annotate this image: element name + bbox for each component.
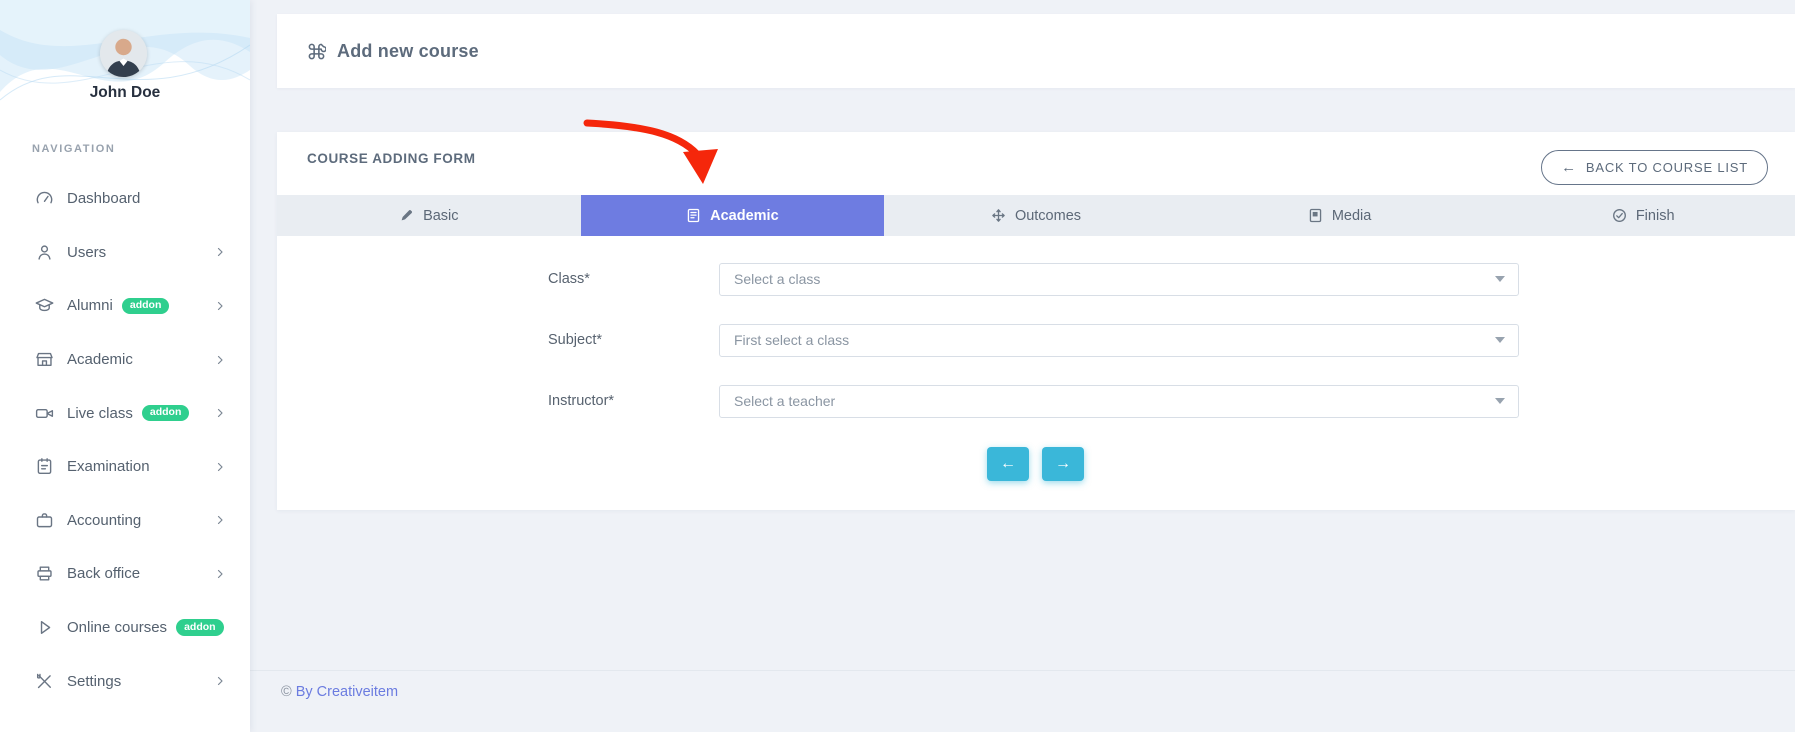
subject-select[interactable]: First select a class <box>719 324 1519 357</box>
sidebar-item-settings[interactable]: Settings <box>0 654 250 708</box>
nav-section-label: NAVIGATION <box>32 143 115 155</box>
back-button-label: BACK TO COURSE LIST <box>1586 160 1748 175</box>
nav-list: Dashboard Users Alumni addon Academic Live cl… <box>0 172 250 708</box>
sidebar-item-online-courses[interactable]: Online courses addon <box>0 601 250 655</box>
addon-badge: addon <box>122 298 170 315</box>
tab-label: Academic <box>710 208 779 224</box>
page-header: Add new course <box>277 14 1795 88</box>
sidebar: John Doe NAVIGATION Dashboard Users Alumni… <box>0 0 250 732</box>
field-label: Class* <box>548 263 590 296</box>
select-value: Select a class <box>734 264 820 295</box>
sidebar-item-back-office[interactable]: Back office <box>0 547 250 601</box>
tab-media[interactable]: Media <box>1188 195 1492 236</box>
play-icon <box>34 617 55 638</box>
sidebar-item-live-class[interactable]: Live class addon <box>0 386 250 440</box>
pen-icon <box>399 208 414 223</box>
graduation-cap-icon <box>34 295 55 316</box>
course-form-card: COURSE ADDING FORM ← BACK TO COURSE LIST… <box>277 132 1795 510</box>
move-icon <box>991 208 1006 223</box>
video-camera-icon <box>34 403 55 424</box>
tab-outcomes[interactable]: Outcomes <box>884 195 1188 236</box>
field-row-instructor: Instructor* Select a teacher <box>277 385 1795 418</box>
journal-icon <box>686 208 701 223</box>
right-arrow-icon: → <box>1055 455 1071 473</box>
sidebar-item-label: Academic <box>67 351 133 368</box>
instructor-select[interactable]: Select a teacher <box>719 385 1519 418</box>
creativeitem-link[interactable]: By Creativeitem <box>296 684 398 700</box>
sidebar-item-label: Accounting <box>67 512 141 529</box>
sidebar-item-accounting[interactable]: Accounting <box>0 494 250 548</box>
select-value: First select a class <box>734 325 849 356</box>
caret-down-icon <box>1495 337 1505 343</box>
back-to-course-list-button[interactable]: ← BACK TO COURSE LIST <box>1541 150 1768 185</box>
tools-icon <box>34 671 55 692</box>
field-row-class: Class* Select a class <box>277 263 1795 296</box>
card-title: COURSE ADDING FORM <box>307 151 476 166</box>
chevron-right-icon <box>214 354 226 366</box>
school-icon <box>34 349 55 370</box>
page-title: Add new course <box>337 41 479 62</box>
field-label: Instructor* <box>548 385 614 418</box>
sidebar-item-dashboard[interactable]: Dashboard <box>0 172 250 226</box>
app-root: John Doe NAVIGATION Dashboard Users Alumni… <box>0 0 1795 732</box>
sidebar-item-label: Users <box>67 244 106 261</box>
copyright-symbol: © <box>281 684 292 700</box>
sidebar-item-label: Dashboard <box>67 190 140 207</box>
previous-step-button[interactable]: ← <box>987 447 1029 481</box>
sidebar-item-label: Examination <box>67 458 150 475</box>
sidebar-item-examination[interactable]: Examination <box>0 440 250 494</box>
left-arrow-icon: ← <box>1561 159 1577 176</box>
media-icon <box>1308 208 1323 223</box>
avatar-photo <box>100 30 147 77</box>
printer-icon <box>34 563 55 584</box>
chevron-right-icon <box>214 461 226 473</box>
tab-basic[interactable]: Basic <box>277 195 581 236</box>
addon-badge: addon <box>142 405 190 422</box>
tab-label: Finish <box>1636 208 1675 224</box>
class-select[interactable]: Select a class <box>719 263 1519 296</box>
chevron-right-icon <box>214 300 226 312</box>
chevron-right-icon <box>214 514 226 526</box>
tab-finish[interactable]: Finish <box>1491 195 1795 236</box>
left-arrow-icon: ← <box>1000 455 1016 473</box>
chevron-right-icon <box>214 568 226 580</box>
check-circle-icon <box>1612 208 1627 223</box>
sidebar-item-label: Back office <box>67 565 140 582</box>
sidebar-item-alumni[interactable]: Alumni addon <box>0 279 250 333</box>
clipboard-icon <box>34 456 55 477</box>
sidebar-item-label: Online courses <box>67 619 167 636</box>
user-name: John Doe <box>0 84 250 102</box>
sidebar-item-academic[interactable]: Academic <box>0 333 250 387</box>
chevron-right-icon <box>214 246 226 258</box>
next-step-button[interactable]: → <box>1042 447 1084 481</box>
footer: © By Creativeitem <box>250 670 1795 732</box>
sidebar-item-label: Settings <box>67 673 121 690</box>
sidebar-item-label: Live class <box>67 405 133 422</box>
user-icon <box>34 242 55 263</box>
chevron-right-icon <box>214 407 226 419</box>
tab-label: Media <box>1332 208 1372 224</box>
avatar[interactable] <box>100 30 147 77</box>
caret-down-icon <box>1495 276 1505 282</box>
addon-badge: addon <box>176 619 224 636</box>
briefcase-icon <box>34 510 55 531</box>
select-value: Select a teacher <box>734 386 835 417</box>
field-row-subject: Subject* First select a class <box>277 324 1795 357</box>
gauge-icon <box>34 188 55 209</box>
sidebar-item-users[interactable]: Users <box>0 226 250 280</box>
tab-academic[interactable]: Academic <box>581 195 885 236</box>
form-tabs: Basic Academic Outcomes Media Finish <box>277 195 1795 236</box>
command-icon <box>307 42 326 61</box>
field-label: Subject* <box>548 324 602 357</box>
tab-label: Basic <box>423 208 458 224</box>
sidebar-item-label: Alumni <box>67 297 113 314</box>
tab-label: Outcomes <box>1015 208 1081 224</box>
chevron-right-icon <box>214 675 226 687</box>
caret-down-icon <box>1495 398 1505 404</box>
